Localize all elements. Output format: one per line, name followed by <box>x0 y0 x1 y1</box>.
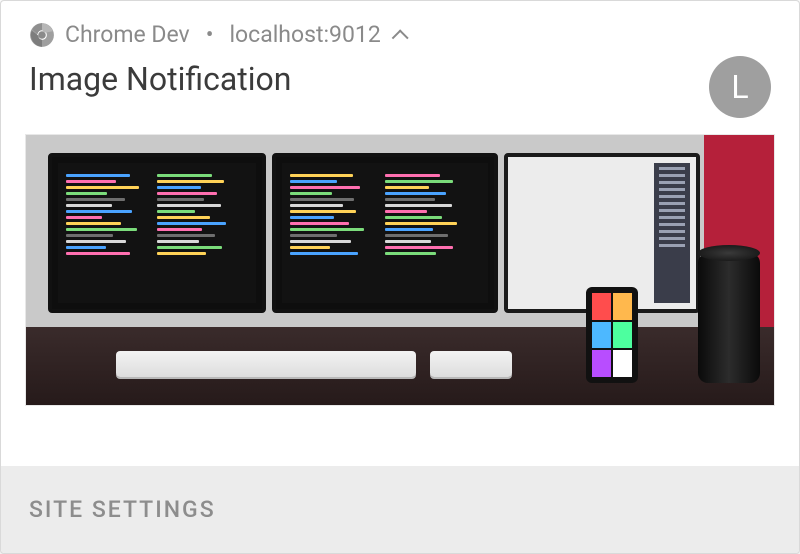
origin-host: localhost:9012 <box>229 21 380 48</box>
notification-image-container <box>1 124 799 430</box>
chrome-dev-icon <box>29 22 55 48</box>
chevron-up-icon <box>391 29 408 46</box>
separator-dot: • <box>200 21 220 48</box>
site-settings-label: SITE SETTINGS <box>29 496 216 523</box>
notification-image <box>25 134 775 406</box>
notification-card: Chrome Dev • localhost:9012 Image Notifi… <box>0 0 800 554</box>
title-row: Image Notification L <box>1 52 799 124</box>
notification-header[interactable]: Chrome Dev • localhost:9012 <box>1 1 799 52</box>
notification-title: Image Notification <box>29 56 291 98</box>
avatar: L <box>709 56 771 118</box>
site-settings-button[interactable]: SITE SETTINGS <box>1 466 799 553</box>
avatar-letter: L <box>731 68 748 106</box>
app-name: Chrome Dev <box>65 21 190 48</box>
